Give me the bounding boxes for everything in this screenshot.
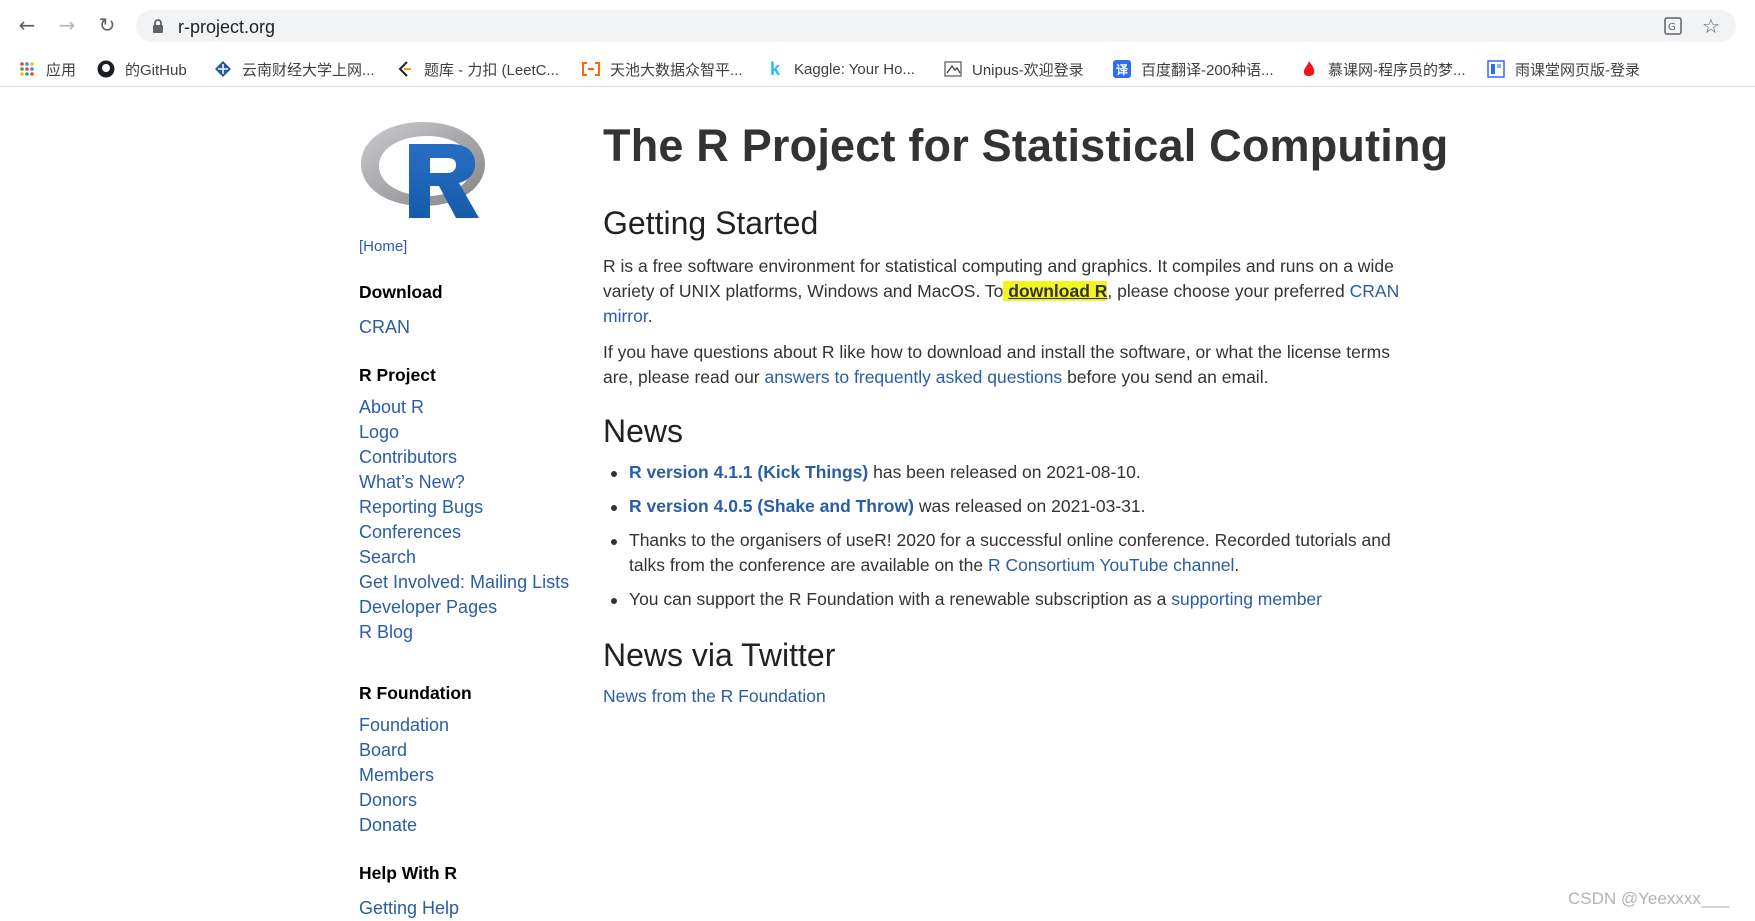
bookmarks-bar: 应用 的GitHub 云南财经大学上网... 题库 - 力扣 (LeetC...… [0, 52, 1755, 87]
forward-arrow-icon[interactable]: → [53, 11, 81, 39]
bookmark-baidu-translate[interactable]: 译 百度翻译-200种语... [1113, 58, 1274, 80]
translate-icon[interactable]: G [1662, 15, 1684, 37]
news-link-r-4-1-1[interactable]: R version 4.1.1 (Kick Things) [629, 462, 868, 482]
reload-icon[interactable]: ↻ [93, 11, 121, 39]
supporting-member-link[interactable]: supporting member [1171, 589, 1322, 609]
getting-started-heading: Getting Started [603, 205, 819, 241]
faq-paragraph: If you have questions about R like how t… [603, 340, 1413, 390]
download-section: Download CRAN [359, 282, 599, 340]
sidebar-link-search[interactable]: Search [359, 545, 599, 570]
news-text: has been released on 2021-08-10. [873, 462, 1141, 482]
bookmark-kaggle[interactable]: k Kaggle: Your Ho... [766, 58, 915, 80]
csdn-watermark: CSDN @Yeexxxx___ [1568, 889, 1730, 908]
help-heading: Help With R [359, 863, 458, 883]
intro-paragraph: R is a free software environment for sta… [603, 254, 1413, 329]
news-item: You can support the R Foundation with a … [603, 587, 1423, 612]
twitter-heading: News via Twitter [603, 637, 836, 673]
bookmark-label: 雨课堂网页版-登录 [1515, 61, 1640, 79]
intro-text-3: . [647, 306, 653, 326]
sidebar-link-reporting-bugs[interactable]: Reporting Bugs [359, 495, 599, 520]
back-arrow-icon[interactable]: ← [13, 11, 41, 39]
address-bar[interactable]: r-project.org G ☆ [136, 10, 1736, 42]
twitter-news-link[interactable]: News from the R Foundation [603, 686, 826, 707]
bookmark-leetcode[interactable]: 题库 - 力扣 (LeetC... [396, 58, 559, 80]
leetcode-icon [396, 60, 414, 78]
university-icon [214, 60, 232, 78]
browser-toolbar: ← → ↻ r-project.org G ☆ [0, 0, 1755, 52]
bookmark-label: Kaggle: Your Ho... [794, 60, 915, 78]
news-list: R version 4.1.1 (Kick Things) has been r… [603, 460, 1423, 621]
bookmark-github[interactable]: 的GitHub [97, 58, 187, 80]
sidebar-link-contributors[interactable]: Contributors [359, 445, 599, 470]
sidebar-link-donors[interactable]: Donors [359, 788, 599, 813]
imooc-icon [1300, 60, 1318, 78]
r-logo[interactable] [359, 120, 487, 224]
help-section: Help With R Getting Help [359, 863, 599, 921]
sidebar-link-conferences[interactable]: Conferences [359, 520, 599, 545]
bookmark-ynufe[interactable]: 云南财经大学上网... [214, 58, 375, 80]
intro-text-2: , please choose your preferred [1107, 281, 1345, 301]
news-text: You can support the R Foundation with a … [629, 589, 1167, 609]
news-text: was released on 2021-03-31. [918, 496, 1146, 516]
sidebar-link-foundation[interactable]: Foundation [359, 713, 599, 738]
sidebar-link-about-r[interactable]: About R [359, 395, 599, 420]
github-icon [97, 60, 115, 78]
sidebar-link-mailing-lists[interactable]: Get Involved: Mailing Lists [359, 570, 599, 595]
download-heading: Download [359, 282, 443, 302]
download-r-highlight: download R [1003, 281, 1108, 301]
sidebar-link-donate[interactable]: Donate [359, 813, 599, 838]
news-text-end: . [1234, 555, 1240, 575]
faq-link[interactable]: answers to frequently asked questions [765, 367, 1063, 387]
faq-text-2: before you send an email. [1067, 367, 1269, 387]
bookmark-yuketang[interactable]: 雨课堂网页版-登录 [1487, 58, 1640, 80]
sidebar-link-logo[interactable]: Logo [359, 420, 599, 445]
sidebar-link-r-blog[interactable]: R Blog [359, 620, 599, 645]
baidu-translate-icon: 译 [1113, 60, 1131, 78]
r-foundation-heading: R Foundation [359, 683, 472, 703]
sidebar-link-members[interactable]: Members [359, 763, 599, 788]
youtube-channel-link[interactable]: R Consortium YouTube channel [988, 555, 1234, 575]
news-item: R version 4.1.1 (Kick Things) has been r… [603, 460, 1423, 485]
sidebar-link-whats-new[interactable]: What’s New? [359, 470, 599, 495]
bookmark-tianchi[interactable]: 天池大数据众智平... [582, 58, 743, 80]
home-link[interactable]: [Home] [359, 238, 407, 255]
bookmark-label: 云南财经大学上网... [242, 61, 375, 79]
kaggle-icon: k [769, 58, 780, 79]
url-text[interactable]: r-project.org [178, 17, 275, 38]
r-project-heading: R Project [359, 365, 436, 385]
sidebar-link-getting-help[interactable]: Getting Help [359, 896, 599, 921]
bookmark-label: Unipus-欢迎登录 [972, 61, 1084, 79]
bookmark-apps[interactable]: 应用 [18, 58, 76, 80]
sidebar-link-developer-pages[interactable]: Developer Pages [359, 595, 599, 620]
bookmark-label: 慕课网-程序员的梦... [1328, 61, 1466, 79]
tianchi-icon [582, 60, 600, 78]
svg-text:G: G [1668, 22, 1676, 33]
page-title: The R Project for Statistical Computing [603, 120, 1449, 171]
yuketang-icon [1487, 60, 1505, 78]
bookmark-label: 天池大数据众智平... [610, 61, 743, 79]
news-item: R version 4.0.5 (Shake and Throw) was re… [603, 494, 1423, 519]
r-foundation-section: R Foundation Foundation Board Members Do… [359, 683, 599, 838]
news-heading: News [603, 413, 684, 449]
bookmark-label: 的GitHub [125, 61, 187, 79]
bookmark-label: 题库 - 力扣 (LeetC... [424, 61, 560, 79]
apps-grid-icon [18, 60, 36, 78]
sidebar-link-cran[interactable]: CRAN [359, 315, 599, 340]
r-project-section: R Project About R Logo Contributors What… [359, 365, 599, 645]
unipus-icon [944, 60, 962, 78]
lock-icon [153, 19, 163, 33]
sidebar-link-board[interactable]: Board [359, 738, 599, 763]
bookmark-unipus[interactable]: Unipus-欢迎登录 [944, 58, 1084, 80]
bookmark-imooc[interactable]: 慕课网-程序员的梦... [1300, 58, 1466, 80]
bookmark-label: 百度翻译-200种语... [1141, 61, 1274, 79]
bookmark-star-icon[interactable]: ☆ [1700, 14, 1722, 38]
news-link-r-4-0-5[interactable]: R version 4.0.5 (Shake and Throw) [629, 496, 914, 516]
bookmark-label: 应用 [46, 61, 77, 79]
news-item: Thanks to the organisers of useR! 2020 f… [603, 528, 1423, 578]
download-r-link[interactable]: download R [1008, 281, 1108, 301]
